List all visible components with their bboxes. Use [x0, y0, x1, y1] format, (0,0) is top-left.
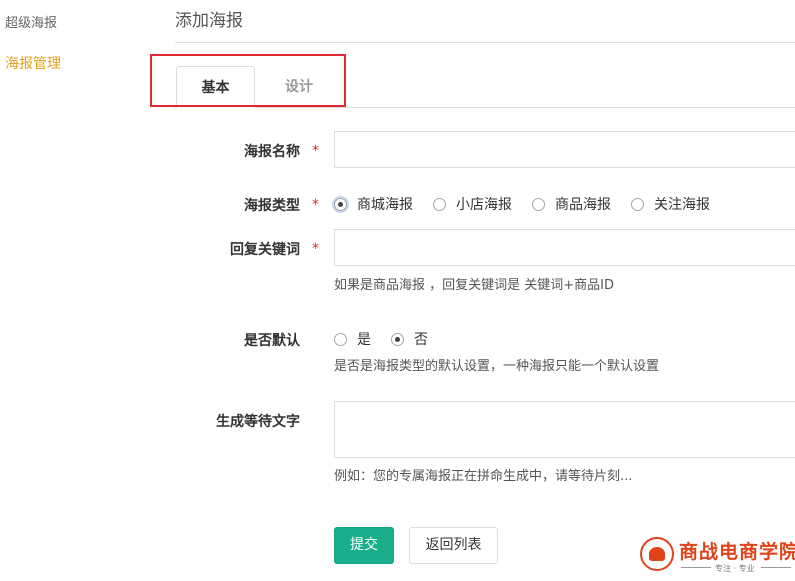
poster-name-input[interactable] [334, 131, 795, 168]
radio-label: 是 [357, 332, 371, 348]
radio-label: 商品海报 [555, 197, 611, 213]
required-marker: * [312, 241, 319, 257]
submit-button[interactable]: 提交 [334, 527, 394, 564]
radio-circle[interactable] [334, 332, 347, 346]
logo-name: 商战电商学院 [679, 541, 795, 563]
radio-circle-checked[interactable] [334, 197, 347, 211]
wait-text-help: 例如：您的专属海报正在拼命生成中，请等待片刻... [334, 469, 633, 484]
required-marker: * [312, 197, 319, 213]
is-default-help: 是否是海报类型的默认设置，一种海报只能一个默认设置 [334, 359, 660, 374]
logo-tagline: 专注 · 专业 [715, 564, 755, 573]
sidebar: 超级海报 海报管理 [0, 0, 140, 581]
wait-text-textarea[interactable] [334, 401, 795, 458]
radio-default-no[interactable]: 否 [391, 329, 428, 349]
radio-default-yes[interactable]: 是 [334, 329, 371, 349]
watermark-logo: 商战电商学院 专注 · 专业 [637, 535, 795, 579]
poster-name-label: 海报名称 [244, 144, 300, 160]
back-to-list-button[interactable]: 返回列表 [409, 527, 498, 564]
radio-circle[interactable] [631, 197, 644, 211]
page-title: 添加海报 [175, 11, 243, 31]
radio-label: 否 [414, 332, 428, 348]
radio-label: 小店海报 [456, 197, 512, 213]
title-divider [175, 42, 795, 43]
tab-basic[interactable]: 基本 [176, 66, 255, 108]
is-default-label: 是否默认 [244, 333, 300, 349]
reply-keyword-label: 回复关键词 [230, 242, 300, 258]
radio-circle-checked[interactable] [391, 332, 404, 346]
radio-circle[interactable] [532, 197, 545, 211]
sidebar-item-poster-management[interactable]: 海报管理 [5, 53, 61, 73]
radio-shop-poster[interactable]: 小店海报 [433, 194, 512, 214]
sidebar-title: 超级海报 [5, 16, 58, 31]
reply-keyword-input[interactable] [334, 229, 795, 266]
tab-design[interactable]: 设计 [257, 66, 341, 108]
required-marker: * [312, 143, 319, 159]
logo-divider [761, 567, 791, 568]
radio-product-poster[interactable]: 商品海报 [532, 194, 611, 214]
radio-circle[interactable] [433, 197, 446, 211]
radio-follow-poster[interactable]: 关注海报 [631, 194, 710, 214]
wait-text-label: 生成等待文字 [216, 414, 300, 430]
radio-label: 商城海报 [357, 197, 413, 213]
logo-emblem-icon [640, 537, 674, 571]
is-default-radio-group: 是 否 [334, 329, 448, 349]
radio-mall-poster[interactable]: 商城海报 [334, 194, 413, 214]
radio-label: 关注海报 [654, 197, 710, 213]
logo-divider [681, 567, 711, 568]
poster-type-radio-group: 商城海报 小店海报 商品海报 关注海报 [334, 194, 730, 214]
reply-keyword-help: 如果是商品海报 ，回复关键词是 关键词+商品ID [334, 278, 615, 293]
poster-type-label: 海报类型 [244, 198, 300, 214]
